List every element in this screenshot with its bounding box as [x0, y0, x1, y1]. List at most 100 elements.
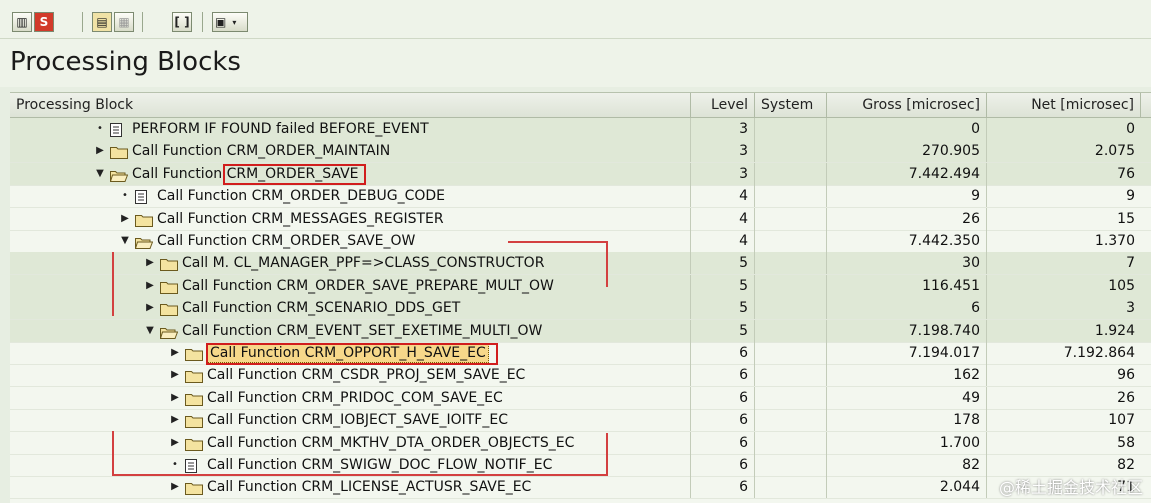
- cell-gross: 270.905: [827, 140, 987, 163]
- leaf-bullet-icon: •: [122, 190, 128, 202]
- table-row[interactable]: ▶ Call Function CRM_ORDER_MAINTAIN 3 270.90…: [10, 140, 1151, 164]
- processing-block-label[interactable]: Call Function CRM_SWIGW_DOC_FLOW_NOTIF_E…: [207, 454, 552, 476]
- table-row[interactable]: ▶ Call Function CRM_LICENSE_ACTUSR_SAVE_E…: [10, 476, 1151, 500]
- cell-processing-block: • Call Function CRM_ORDER_DEBUG_CODE: [10, 185, 691, 208]
- column-header-processing-block[interactable]: Processing Block: [10, 93, 691, 117]
- cell-system: [755, 230, 827, 252]
- table-row[interactable]: ▶ Call Function CRM_MESSAGES_REGISTER 4 26 1…: [10, 207, 1151, 231]
- document-icon: [135, 189, 151, 205]
- cell-level: 5: [691, 319, 755, 342]
- export-dropdown-icon[interactable]: ▣ ▾: [212, 12, 248, 32]
- folder-icon: [110, 144, 128, 160]
- processing-block-label[interactable]: Call Function CRM_CSDR_PROJ_SEM_SAVE_EC: [207, 364, 525, 386]
- application-toolbar: ▥ S ▤ ▦ [ ] ▣ ▾: [0, 0, 1151, 39]
- stop-icon[interactable]: S: [34, 12, 54, 32]
- table-row[interactable]: ▶ Call Function CRM_MKTHV_DTA_ORDER_OBJEC…: [10, 431, 1151, 455]
- column-header-system[interactable]: System: [755, 93, 827, 117]
- cell-level: 3: [691, 162, 755, 185]
- table-row[interactable]: ▶ Call M. CL_MANAGER_PPF=>CLASS_CONSTRUCT…: [10, 252, 1151, 276]
- cell-level: 6: [691, 409, 755, 432]
- processing-block-label[interactable]: Call M. CL_MANAGER_PPF=>CLASS_CONSTRUCTO…: [182, 252, 544, 274]
- cell-gross: 6: [827, 297, 987, 320]
- cell-gross: 30: [827, 252, 987, 275]
- cell-system: [755, 274, 827, 297]
- processing-block-label[interactable]: Call Function CRM_PRIDOC_COM_SAVE_EC: [207, 387, 503, 409]
- expand-icon[interactable]: ▶: [169, 364, 181, 386]
- processing-block-label[interactable]: PERFORM IF FOUND failed BEFORE_EVENT: [132, 118, 429, 140]
- cell-gross: 7.198.740: [827, 319, 987, 342]
- processing-block-label[interactable]: Call Function CRM_LICENSE_ACTUSR_SAVE_EC: [207, 476, 531, 498]
- table-row[interactable]: ▶ Call Function CRM_OPPORT_H_SAVE_EC 6 7.19…: [10, 342, 1151, 365]
- processing-block-label[interactable]: Call Function CRM_ORDER_MAINTAIN: [132, 140, 390, 162]
- cell-level: 3: [691, 118, 755, 140]
- grid-icon[interactable]: ▦: [114, 12, 134, 32]
- collapse-icon[interactable]: ▼: [144, 320, 156, 342]
- cell-system: [755, 162, 827, 185]
- toolbar-separator: [82, 12, 83, 32]
- table-row[interactable]: ▼ Call Function CRM_EVENT_SET_EXETIME_MUL…: [10, 319, 1151, 343]
- hierarchy-icon[interactable]: ▤: [92, 12, 112, 32]
- cell-level: 6: [691, 431, 755, 454]
- expand-icon[interactable]: ▶: [94, 140, 106, 162]
- annotation-bracket: [606, 241, 608, 287]
- brackets-icon[interactable]: [ ]: [172, 12, 192, 32]
- processing-block-label[interactable]: Call Function CRM_EVENT_SET_EXETIME_MULT…: [182, 320, 542, 342]
- cell-processing-block: ▼ Call Function CRM_EVENT_SET_EXETIME_MUL…: [10, 319, 691, 342]
- table-row[interactable]: ▶ Call Function CRM_SCENARIO_DDS_GET 5 6 3: [10, 297, 1151, 321]
- title-bar: Processing Blocks: [0, 39, 1151, 87]
- cell-system: [755, 118, 827, 140]
- cell-net: 3: [1126, 300, 1135, 317]
- column-header-level[interactable]: Level: [691, 93, 755, 117]
- expand-icon[interactable]: ▶: [169, 387, 181, 409]
- cell-net: 9: [1126, 188, 1135, 205]
- cell-system: [755, 297, 827, 320]
- table-row[interactable]: ▶ Call Function CRM_IOBJECT_SAVE_IOITF_EC…: [10, 409, 1151, 433]
- expand-icon[interactable]: ▶: [144, 275, 156, 297]
- leaf-bullet-icon: •: [172, 459, 178, 470]
- expand-icon[interactable]: ▶: [169, 409, 181, 431]
- folder-icon: [185, 368, 203, 384]
- cell-processing-block: ▶ Call Function CRM_ORDER_MAINTAIN: [10, 140, 691, 163]
- processing-block-label[interactable]: Call Function CRM_IOBJECT_SAVE_IOITF_EC: [207, 409, 508, 431]
- folder-icon: [135, 212, 153, 227]
- cell-level: 6: [691, 454, 755, 476]
- binoculars-icon[interactable]: ▥: [12, 12, 32, 32]
- cell-gross: 7.442.494: [827, 162, 987, 185]
- expand-icon[interactable]: ▶: [144, 297, 156, 319]
- processing-blocks-tree-table: Processing Block Level System Gross [mic…: [10, 92, 1151, 503]
- cell-net: 96: [1117, 367, 1135, 384]
- annotation-bracket: [508, 241, 608, 243]
- table-row[interactable]: ▶ Call Function CRM_ORDER_SAVE_PREPARE_MU…: [10, 274, 1151, 298]
- processing-block-label[interactable]: Call Function CRM_ORDER_SAVE_PREPARE_MUL…: [182, 275, 554, 297]
- cell-system: [755, 252, 827, 275]
- cell-gross: 26: [827, 207, 987, 230]
- expand-icon[interactable]: ▶: [119, 208, 131, 230]
- document-icon: [110, 122, 126, 137]
- table-row[interactable]: ▼ Call Function CRM_ORDER_SAVE 3 7.442.494 7…: [10, 162, 1151, 186]
- folder-icon: [160, 256, 178, 272]
- column-header-gross[interactable]: Gross [microsec]: [827, 93, 987, 117]
- cell-level: 4: [691, 207, 755, 230]
- processing-block-label[interactable]: Call Function CRM_ORDER_SAVE_OW: [157, 230, 415, 252]
- collapse-icon[interactable]: ▼: [119, 230, 131, 252]
- table-row[interactable]: ▶ Call Function CRM_PRIDOC_COM_SAVE_EC 6 49…: [10, 386, 1151, 410]
- expand-icon[interactable]: ▶: [169, 342, 181, 364]
- processing-block-label[interactable]: Call Function CRM_MKTHV_DTA_ORDER_OBJECT…: [207, 432, 574, 454]
- expand-icon[interactable]: ▶: [169, 432, 181, 454]
- processing-block-label[interactable]: Call Function CRM_MESSAGES_REGISTER: [157, 208, 444, 230]
- cell-system: [755, 476, 827, 499]
- cell-net: 26: [1117, 389, 1135, 406]
- processing-block-label[interactable]: Call Function CRM_SCENARIO_DDS_GET: [182, 297, 460, 319]
- folder-icon: [185, 391, 203, 406]
- cell-processing-block: ▶ Call Function CRM_LICENSE_ACTUSR_SAVE_E…: [10, 476, 691, 499]
- annotation-bracket: [112, 474, 606, 476]
- column-header-net[interactable]: Net [microsec]: [987, 93, 1141, 117]
- cell-processing-block: ▶ Call Function CRM_CSDR_PROJ_SEM_SAVE_EC: [10, 364, 691, 387]
- table-row[interactable]: • Call Function CRM_ORDER_DEBUG_CODE 4 9 9: [10, 185, 1151, 209]
- processing-block-label[interactable]: Call Function CRM_ORDER_DEBUG_CODE: [157, 185, 445, 207]
- table-row[interactable]: ▶ Call Function CRM_CSDR_PROJ_SEM_SAVE_EC…: [10, 364, 1151, 388]
- table-row[interactable]: • PERFORM IF FOUND failed BEFORE_EVENT 3 0 0: [10, 118, 1151, 141]
- collapse-icon[interactable]: ▼: [94, 163, 106, 185]
- expand-icon[interactable]: ▶: [169, 476, 181, 498]
- expand-icon[interactable]: ▶: [144, 252, 156, 274]
